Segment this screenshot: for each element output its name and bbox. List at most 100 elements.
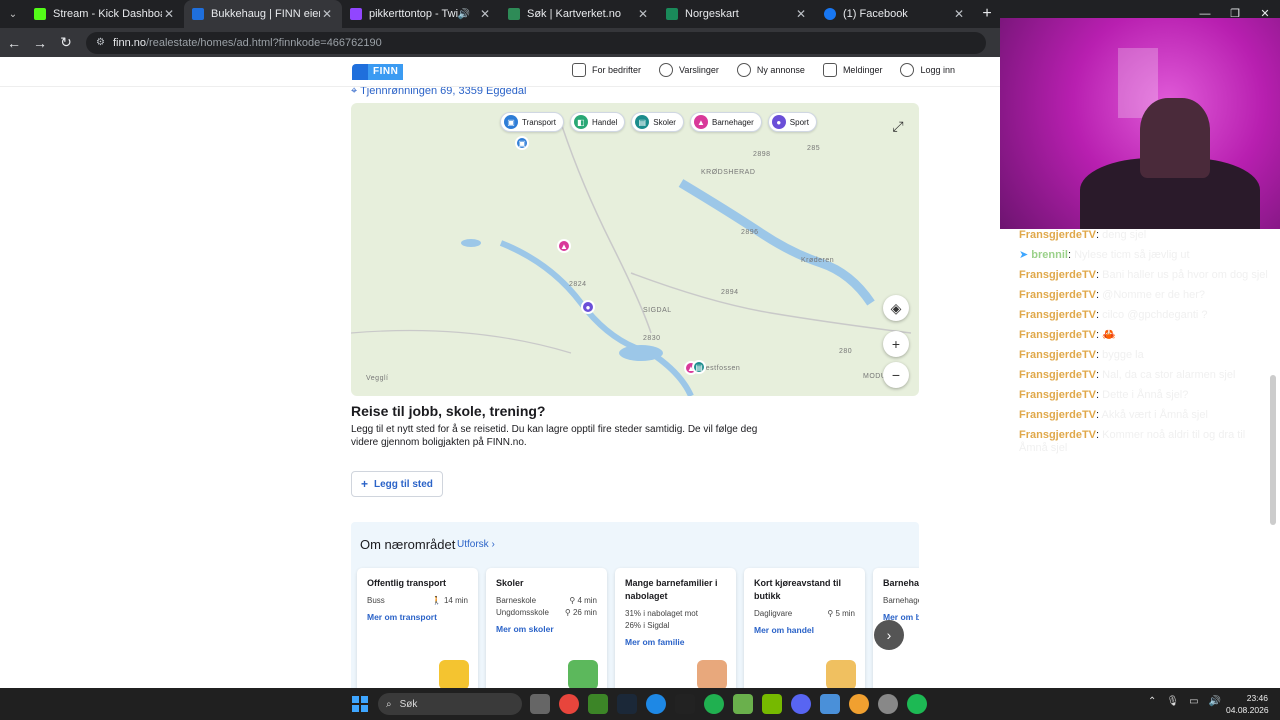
zoom-in-button[interactable]: +: [883, 331, 909, 357]
tab-facebook[interactable]: (1) Facebook ✕: [816, 0, 974, 28]
card-row: Buss 🚶 14 min: [367, 595, 468, 607]
discord-icon[interactable]: [791, 694, 811, 714]
card-row: Dagligvare ⚲ 5 min: [754, 608, 855, 620]
facebook-icon: [824, 8, 836, 20]
windows-taskbar: ⌕ Søk ⌃ 🎙 ▭ 🔊 23:46 04.08.2026: [0, 688, 1280, 720]
steam-icon[interactable]: [617, 694, 637, 714]
chat-user: FransgjerdeTV: [1019, 329, 1097, 341]
reload-icon[interactable]: ↻: [54, 34, 78, 51]
chat-user: FransgjerdeTV: [1019, 349, 1097, 361]
card-link[interactable]: Mer om handel: [754, 625, 855, 635]
volume-icon[interactable]: 🔊: [1209, 696, 1221, 707]
chat-text: Nal, da ca stor alarmen sjel: [1102, 369, 1236, 381]
url-field[interactable]: ⚙ finn.no /realestate/homes/ad.html?finn…: [86, 31, 986, 54]
nav-for-bedrifter[interactable]: For bedrifter: [572, 63, 641, 77]
kick-icon: [34, 8, 46, 20]
speaker-icon[interactable]: 🔊: [458, 9, 470, 20]
add-place-button[interactable]: + Legg til sted: [351, 471, 443, 497]
card-row: Ungdomsskole ⚲ 26 min: [496, 607, 597, 619]
bus-marker-icon[interactable]: ▣: [515, 136, 529, 150]
listing-address[interactable]: ⌖ Tjennrønningen 69, 3359 Eggedal: [351, 87, 526, 98]
finn-logo[interactable]: FINN: [352, 64, 404, 80]
close-tab-icon[interactable]: ✕: [478, 7, 492, 21]
address-bar-row: ← → ↻ ⚙ finn.no /realestate/homes/ad.htm…: [0, 28, 1000, 57]
tab-kartverket[interactable]: Søk | Kartverket.no ✕: [500, 0, 658, 28]
clock-date: 04.08.2026: [1226, 705, 1269, 715]
explore-link[interactable]: Utforsk ›: [457, 539, 495, 550]
close-tab-icon[interactable]: ✕: [794, 7, 808, 21]
carousel-next-button[interactable]: ›: [874, 620, 904, 650]
chip-handel[interactable]: ◧ Handel: [569, 112, 626, 132]
card-title: Mange barnefamilier i nabolaget: [625, 578, 718, 601]
road-number: 2824: [569, 281, 587, 288]
chip-barnehager[interactable]: ▲ Barnehager: [689, 112, 762, 132]
new-tab-button[interactable]: +: [974, 5, 1000, 23]
forward-icon[interactable]: →: [28, 35, 52, 51]
card-transport[interactable]: Offentlig transport Buss 🚶 14 min Mer om …: [357, 568, 478, 688]
back-icon[interactable]: ←: [2, 35, 26, 51]
taskbar-clock[interactable]: 23:46 04.08.2026: [1226, 692, 1269, 716]
chip-sport[interactable]: ● Sport: [767, 112, 817, 132]
row-time: 4 min: [577, 596, 597, 605]
chip-label: Sport: [789, 117, 809, 127]
close-tab-icon[interactable]: ✕: [636, 7, 650, 21]
nav-ny-annonse[interactable]: Ny annonse: [736, 63, 805, 77]
area-map[interactable]: KRØDSHERAD SIGDAL Krøderen Vestfossen Ve…: [351, 103, 919, 396]
chat-user: FransgjerdeTV: [1019, 289, 1097, 301]
nav-varslinger[interactable]: Varslinger: [659, 63, 719, 77]
page-scrollbar[interactable]: [1270, 375, 1276, 525]
app-icon[interactable]: [704, 694, 724, 714]
chip-skoler[interactable]: ▤ Skoler: [631, 112, 684, 132]
app-icon[interactable]: [675, 694, 695, 714]
photos-icon[interactable]: [820, 694, 840, 714]
spotify-icon[interactable]: [907, 694, 927, 714]
map-label: Vestfossen: [701, 365, 741, 372]
card-row: Barneskole ⚲ 4 min: [496, 595, 597, 607]
layers-icon[interactable]: ◈: [883, 295, 909, 321]
chip-transport[interactable]: ▣ Transport: [500, 112, 564, 132]
close-tab-icon[interactable]: ✕: [952, 7, 966, 21]
walking-icon: 🚶: [431, 596, 442, 605]
kindergarten-marker-icon[interactable]: ▲: [557, 239, 571, 253]
card-link[interactable]: Mer om transport: [367, 612, 468, 622]
minecraft-icon[interactable]: [588, 694, 608, 714]
chrome-icon[interactable]: [559, 694, 579, 714]
card-skoler[interactable]: Skoler Barneskole ⚲ 4 min Ungdomsskole ⚲ 2…: [486, 568, 607, 688]
fullscreen-icon[interactable]: ⤢: [885, 113, 911, 139]
zoom-out-button[interactable]: −: [883, 362, 909, 388]
file-explorer-icon[interactable]: [530, 694, 550, 714]
app-icon[interactable]: [878, 694, 898, 714]
card-familie[interactable]: Mange barnefamilier i nabolaget 31% i na…: [615, 568, 736, 688]
tab-norgeskart[interactable]: Norgeskart ✕: [658, 0, 816, 28]
windows-start-icon[interactable]: [352, 696, 368, 712]
nav-logg-inn[interactable]: Logg inn: [900, 63, 955, 77]
site-info-icon[interactable]: ⚙: [96, 37, 105, 48]
tab-kick[interactable]: Stream - Kick Dashboard ✕: [26, 0, 184, 28]
tab-search-icon[interactable]: ⌄: [0, 0, 26, 28]
tab-title: Norgeskart: [685, 8, 739, 20]
monitor-icon[interactable]: ▭: [1189, 696, 1198, 707]
close-tab-icon[interactable]: ✕: [320, 7, 334, 21]
tab-title: Stream - Kick Dashboard: [53, 8, 162, 20]
close-tab-icon[interactable]: ✕: [162, 7, 176, 21]
app-icon[interactable]: [646, 694, 666, 714]
road-number: 2896: [741, 229, 759, 236]
row-label: 31% i nabolaget mot: [625, 609, 698, 618]
school-marker-icon[interactable]: ▤: [692, 360, 706, 374]
tab-finn[interactable]: Bukkehaug | FINN eiendom ✕: [184, 0, 342, 28]
logo-mark: [352, 64, 368, 80]
microphone-icon[interactable]: 🎙: [1166, 696, 1179, 707]
chevron-up-icon[interactable]: ⌃: [1148, 696, 1156, 707]
sport-marker-icon[interactable]: ●: [581, 300, 595, 314]
app-icon[interactable]: [849, 694, 869, 714]
listing-content: ⌖ Tjennrønningen 69, 3359 Eggedal KRØDSH…: [0, 87, 1000, 688]
taskbar-search[interactable]: ⌕ Søk: [378, 693, 522, 715]
card-link[interactable]: Mer om familie: [625, 637, 726, 647]
tab-twitch[interactable]: pikkerttontop - Twitch 🔊 ✕: [342, 0, 500, 28]
nvidia-icon[interactable]: [762, 694, 782, 714]
nav-meldinger[interactable]: Meldinger: [822, 63, 882, 77]
app-icon[interactable]: [733, 694, 753, 714]
card-handel[interactable]: Kort kjøreavstand til butikk Dagligvare ⚲…: [744, 568, 865, 688]
arrow-badge-icon: ➤: [1019, 249, 1029, 261]
card-link[interactable]: Mer om skoler: [496, 624, 597, 634]
